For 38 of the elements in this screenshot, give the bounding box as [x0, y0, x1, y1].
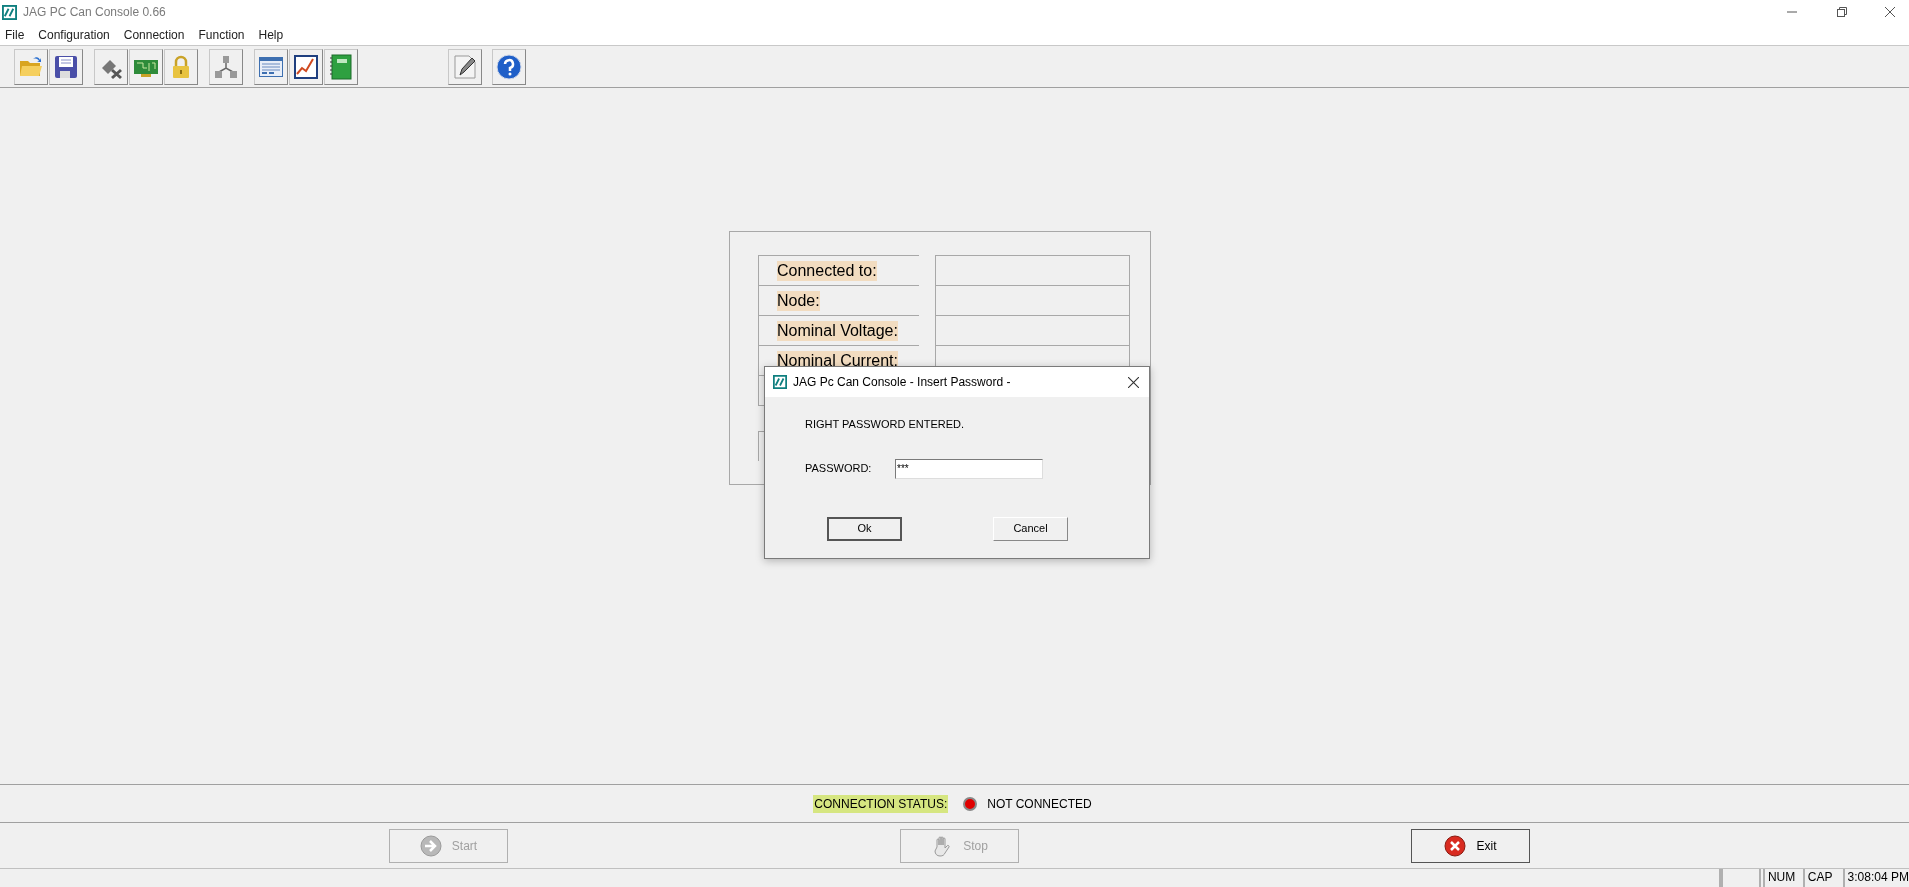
network-icon [213, 53, 239, 80]
menu-item[interactable]: Help [257, 25, 285, 44]
password-label: PASSWORD: [805, 461, 873, 477]
menu-item[interactable]: Connection [122, 25, 186, 44]
menu-item[interactable]: File [4, 25, 26, 44]
field-label: Nominal Voltage: [777, 320, 898, 341]
dialog-button[interactable]: Cancel [993, 516, 1068, 541]
status-label: CONNECTION STATUS: [813, 794, 949, 813]
status-text: NOT CONNECTED [987, 795, 1092, 813]
status-pane: NUM [1762, 869, 1801, 887]
close-icon[interactable] [1885, 7, 1895, 17]
menu-item[interactable]: Function [197, 25, 246, 44]
arrow-right-icon [419, 834, 442, 857]
menu-item[interactable]: Configuration [37, 25, 111, 44]
window-title: JAG PC Can Console 0.66 [23, 4, 166, 21]
app-logo-icon [773, 375, 787, 389]
toolbar-button[interactable] [492, 48, 526, 85]
password-field[interactable]: *** [895, 458, 1043, 479]
pencil-page-icon [452, 53, 478, 80]
close-icon [1444, 834, 1467, 857]
notebook-icon [328, 53, 354, 80]
toolbar-button[interactable] [254, 48, 288, 85]
dialog-button[interactable]: Ok [827, 516, 902, 541]
toolbar-button[interactable] [49, 48, 83, 85]
help-icon [496, 53, 522, 80]
toolbar-button[interactable] [289, 48, 323, 85]
field-label: Connected to: [777, 260, 877, 281]
dialog-title: JAG Pc Can Console - Insert Password - [793, 374, 1011, 391]
dialog-message: RIGHT PASSWORD ENTERED. [805, 417, 966, 432]
toolbar-button[interactable] [94, 48, 128, 85]
line-chart-icon [293, 53, 319, 80]
action-button[interactable]: Exit [1411, 828, 1530, 863]
field-label: Node: [777, 290, 820, 311]
close-icon[interactable] [1128, 376, 1139, 388]
status-pane: CAP [1802, 869, 1841, 887]
status-pane: 3:08:04 PM [1842, 869, 1909, 887]
restore-icon[interactable] [1837, 7, 1847, 17]
toolbar-button[interactable] [448, 48, 482, 85]
